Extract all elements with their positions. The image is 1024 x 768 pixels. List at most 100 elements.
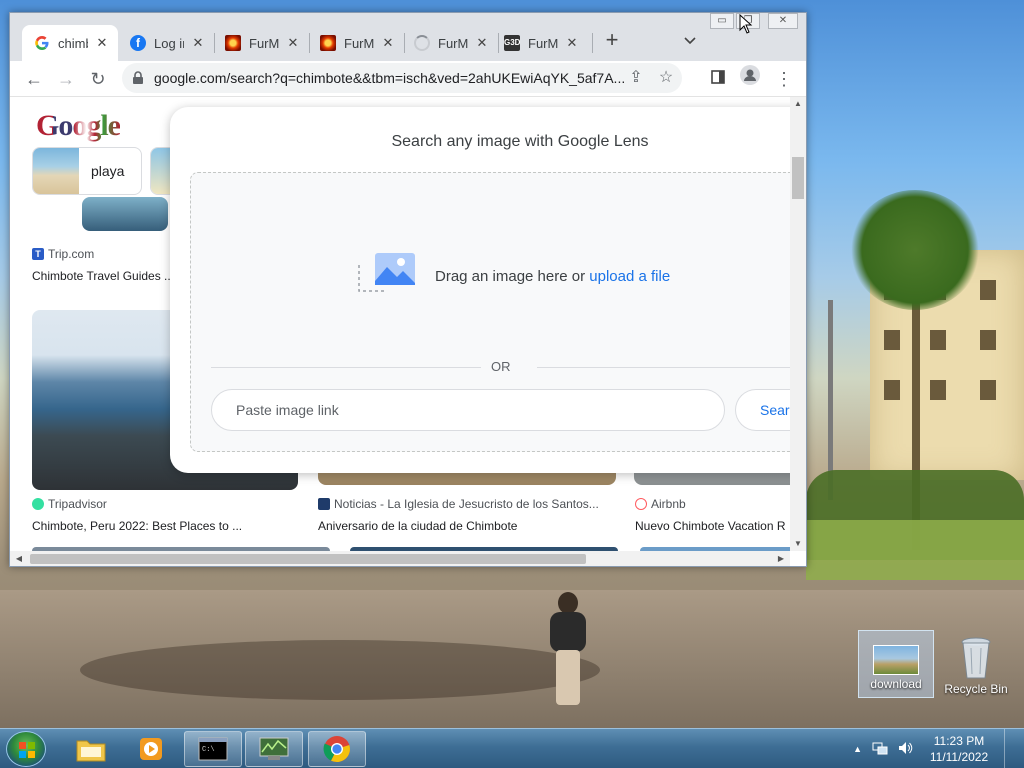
menu-button[interactable]: ⋮ <box>770 65 798 93</box>
wallpaper-child <box>548 592 588 712</box>
url-text: google.com/search?q=chimbote&&tbm=isch&v… <box>154 70 626 86</box>
chip-thumbnail <box>33 148 79 194</box>
close-tab-icon[interactable]: ✕ <box>564 35 580 51</box>
address-bar[interactable]: google.com/search?q=chimbote&&tbm=isch&v… <box>122 63 682 93</box>
taskbar-media-player[interactable] <box>122 731 180 767</box>
gpu-monitor-icon <box>259 737 289 760</box>
gpu-icon: G3D <box>504 35 520 51</box>
svg-text:C:\: C:\ <box>202 746 215 754</box>
folder-icon <box>76 740 106 762</box>
furmark-icon <box>225 35 241 51</box>
tab-furmark-4[interactable]: G3D FurMark ✕ <box>492 25 592 61</box>
result-caption: Aniversario de la ciudad de Chimbote <box>318 519 518 533</box>
furmark-icon <box>320 35 336 51</box>
upload-file-link[interactable]: upload a file <box>589 268 670 285</box>
result-source: Airbnb <box>651 497 686 511</box>
close-tab-icon[interactable]: ✕ <box>474 35 490 51</box>
media-player-icon <box>140 738 162 760</box>
mouse-cursor-icon <box>739 14 753 34</box>
desktop-icon-label: Recycle Bin <box>944 682 1008 696</box>
clock-date: 11/11/2022 <box>929 750 989 764</box>
minimize-button[interactable]: ▭ <box>710 13 734 29</box>
close-tab-icon[interactable]: ✕ <box>285 35 301 51</box>
tripadvisor-icon <box>32 498 44 510</box>
taskbar: C:\ ▲ 11:23 PM 11/11/2022 <box>0 728 1024 768</box>
lens-search-button[interactable]: Search <box>735 389 790 431</box>
show-hidden-icons[interactable]: ▲ <box>853 744 862 754</box>
result-card-noticias[interactable]: Noticias - La Iglesia de Jesucristo de l… <box>318 497 618 533</box>
result-source: Trip.com <box>48 247 95 261</box>
new-tab-button[interactable]: + <box>600 29 624 53</box>
show-desktop-button[interactable] <box>1004 729 1014 768</box>
profile-icon <box>740 65 760 85</box>
close-tab-icon[interactable]: ✕ <box>190 35 206 51</box>
browser-window: chimbote ✕ f Log in ✕ FurMark ✕ FurMark … <box>9 12 807 567</box>
desktop-icon-recycle-bin[interactable]: Recycle Bin <box>938 630 1014 698</box>
result-caption: Chimbote, Peru 2022: Best Places to ... <box>32 519 243 533</box>
taskbar-gpu-tool[interactable] <box>245 731 303 767</box>
tripcom-icon: T <box>32 248 44 260</box>
tab-chimbote[interactable]: chimbote ✕ <box>22 25 118 61</box>
taskbar-chrome[interactable] <box>308 731 366 767</box>
profile-button[interactable] <box>736 65 764 93</box>
result-caption: Chimbote Travel Guides ... <box>32 269 175 283</box>
google-lens-panel: Search any image with Google Lens Drag a… <box>170 107 790 473</box>
tab-furmark-1[interactable]: FurMark ✕ <box>213 25 308 61</box>
google-icon <box>34 35 50 51</box>
image-file-icon <box>873 645 919 675</box>
browser-toolbar: ← → ↻ google.com/search?q=chimbote&&tbm=… <box>10 61 806 97</box>
close-tab-icon[interactable]: ✕ <box>94 35 110 51</box>
loading-icon <box>414 35 430 51</box>
horizontal-scrollbar[interactable]: ◀ ▶ <box>10 551 790 566</box>
network-icon[interactable] <box>872 741 888 758</box>
share-icon[interactable]: ⇪ <box>626 68 646 88</box>
taskbar-cmd[interactable]: C:\ <box>184 731 242 767</box>
tab-title: FurMark <box>528 35 558 51</box>
news-icon <box>318 498 330 510</box>
tab-title: chimbote <box>58 35 88 51</box>
side-panel-icon <box>711 70 725 84</box>
windows-logo-icon <box>19 742 35 758</box>
close-tab-icon[interactable]: ✕ <box>380 35 396 51</box>
chevron-down-icon <box>684 37 696 45</box>
chip-label: playa <box>91 163 125 179</box>
tab-furmark-3[interactable]: FurMark ✕ <box>402 25 497 61</box>
result-source: Noticias - La Iglesia de Jesucristo de l… <box>334 497 599 511</box>
side-panel-button[interactable] <box>704 65 732 93</box>
tab-title: FurMark <box>249 35 279 51</box>
volume-icon[interactable] <box>898 741 914 758</box>
back-button[interactable]: ← <box>20 65 48 93</box>
result-card-airbnb[interactable]: Airbnb Nuevo Chimbote Vacation R <box>635 497 790 533</box>
result-source: Tripadvisor <box>48 497 107 511</box>
clock[interactable]: 11:23 PM 11/11/2022 <box>924 733 994 765</box>
taskbar-explorer[interactable] <box>62 731 120 767</box>
close-window-button[interactable]: ✕ <box>768 13 798 29</box>
result-caption: Nuevo Chimbote Vacation R <box>635 519 786 533</box>
paste-image-link-input[interactable]: Paste image link <box>211 389 725 431</box>
google-logo[interactable]: Google <box>36 109 120 143</box>
lens-heading: Search any image with Google Lens <box>391 133 649 150</box>
reload-button[interactable]: ↻ <box>84 65 112 93</box>
horizontal-scroll-thumb[interactable] <box>30 554 586 564</box>
forward-button[interactable]: → <box>52 65 80 93</box>
result-card-trip[interactable]: T Trip.com Chimbote Travel Guides ... <box>32 247 182 283</box>
clock-time: 11:23 PM <box>933 734 985 748</box>
tab-search-button[interactable] <box>678 29 702 53</box>
result-image[interactable] <box>82 197 168 231</box>
image-upload-icon <box>357 251 419 301</box>
tab-furmark-2[interactable]: FurMark ✕ <box>308 25 403 61</box>
tab-title: FurMark <box>344 35 374 51</box>
system-tray: ▲ 11:23 PM 11/11/2022 <box>853 729 1014 768</box>
bookmark-star-icon[interactable]: ☆ <box>656 68 676 88</box>
start-button[interactable] <box>6 731 46 767</box>
desktop-icon-download[interactable]: download <box>858 630 934 698</box>
image-drop-zone[interactable]: Drag an image here or upload a file OR P… <box>190 172 790 452</box>
result-card-tripadvisor[interactable]: Tripadvisor Chimbote, Peru 2022: Best Pl… <box>32 497 302 533</box>
chip-playa[interactable]: playa <box>32 147 142 195</box>
vertical-scrollbar[interactable]: ▲ ▼ <box>790 97 806 551</box>
search-results-page: Google playa T Trip.com Chimbote Travel … <box>10 97 790 551</box>
vertical-scroll-thumb[interactable] <box>792 157 804 199</box>
tab-facebook[interactable]: f Log in ✕ <box>118 25 214 61</box>
tab-strip: chimbote ✕ f Log in ✕ FurMark ✕ FurMark … <box>10 13 806 61</box>
command-prompt-icon: C:\ <box>198 737 228 761</box>
